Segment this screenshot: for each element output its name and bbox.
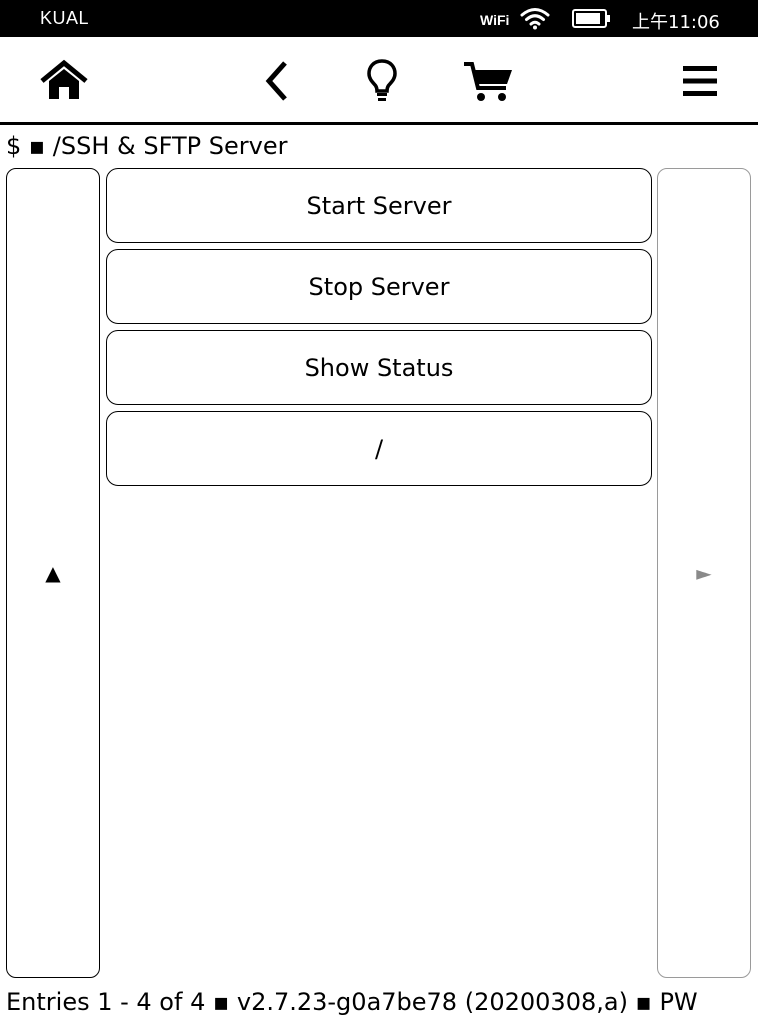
chevron-left-icon (265, 61, 287, 101)
status-time: 上午11:06 (632, 12, 720, 33)
store-button[interactable] (460, 55, 516, 107)
cart-icon (464, 62, 512, 101)
toolbar (0, 37, 758, 125)
up-arrow-icon: ▲ (45, 561, 61, 585)
lightbulb-icon (367, 59, 397, 101)
breadcrumb: $ ▪ /SSH & SFTP Server (6, 132, 288, 160)
light-button[interactable] (354, 55, 410, 107)
menu-button[interactable] (672, 55, 728, 107)
footer-status: Entries 1 - 4 of 4 ▪ v2.7.23-g0a7be78 (2… (6, 988, 698, 1016)
status-app-name: KUAL (40, 8, 90, 28)
menu-list: Start Server Stop Server Show Status / (106, 168, 652, 492)
menu-item-start-server[interactable]: Start Server (106, 168, 652, 243)
home-icon (40, 59, 88, 99)
menu-item-show-status[interactable]: Show Status (106, 330, 652, 405)
next-arrow-icon: ► (696, 561, 712, 585)
menu-item-stop-server[interactable]: Stop Server (106, 249, 652, 324)
status-bar: KUAL WiFi 上午11:06 (0, 0, 758, 37)
page-next-button[interactable]: ► (657, 168, 751, 978)
hamburger-menu-icon (683, 66, 717, 96)
battery-icon (572, 9, 610, 28)
home-button[interactable] (36, 55, 92, 107)
page-up-button[interactable]: ▲ (6, 168, 100, 978)
back-button[interactable] (248, 55, 304, 107)
wifi-icon (520, 8, 550, 30)
menu-item-root[interactable]: / (106, 411, 652, 486)
wifi-label: WiFi (480, 12, 510, 28)
